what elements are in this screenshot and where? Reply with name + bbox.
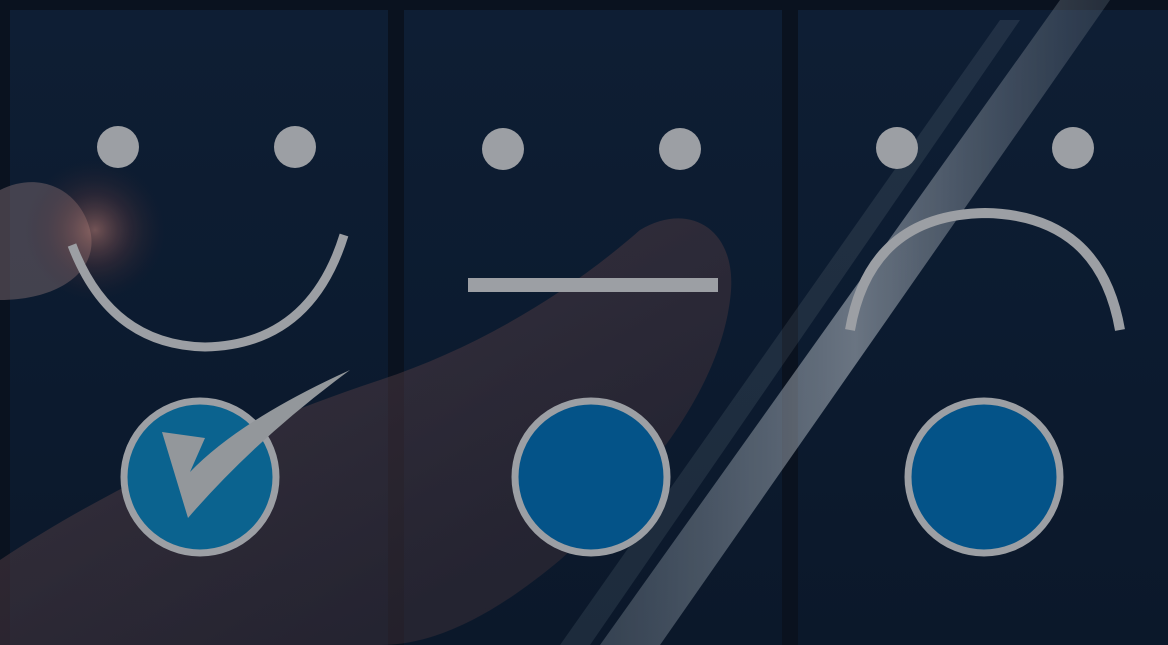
scene-canvas xyxy=(0,0,1168,645)
tone-overlay xyxy=(0,0,1168,645)
satisfaction-rating-scene xyxy=(0,0,1168,645)
